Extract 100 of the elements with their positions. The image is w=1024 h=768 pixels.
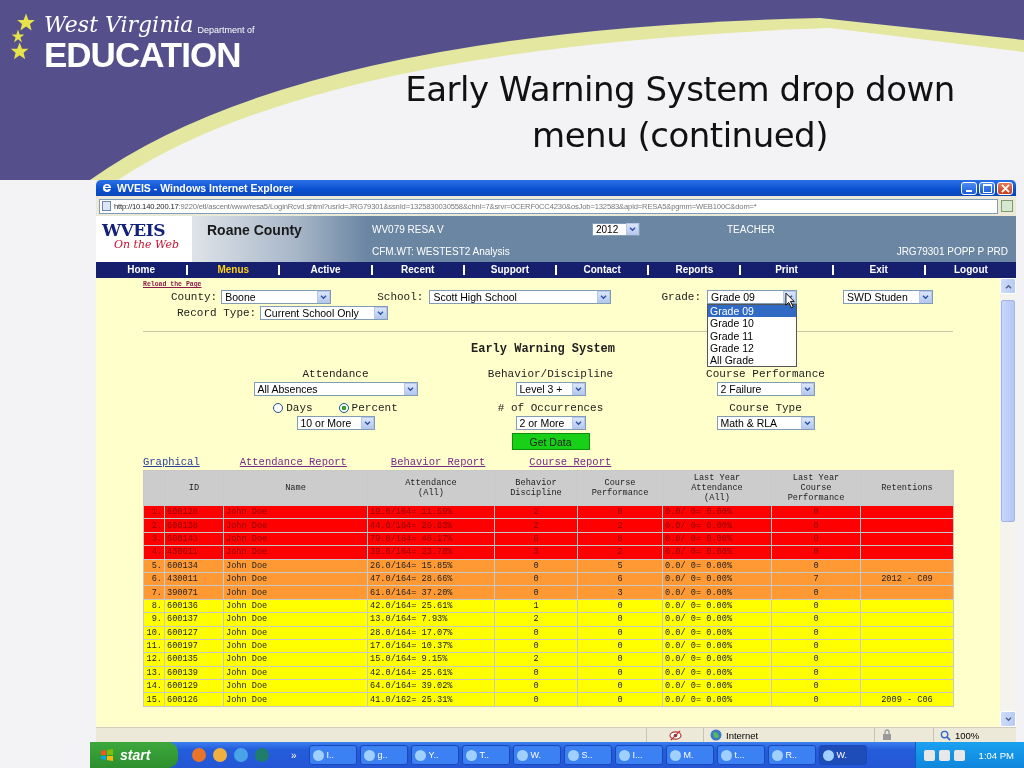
- table-cell: 2: [495, 613, 577, 626]
- taskbar-button[interactable]: W.: [512, 745, 561, 765]
- taskbar-button[interactable]: T..: [461, 745, 510, 765]
- tray-icon[interactable]: [938, 749, 950, 761]
- dropdown-option[interactable]: Grade 09: [708, 305, 797, 318]
- table-cell: 0.0/ 0= 0.00%: [663, 546, 771, 559]
- table-cell: 3: [495, 546, 577, 559]
- nav-link[interactable]: Recent: [370, 265, 463, 275]
- column-header[interactable]: Retentions: [861, 471, 953, 505]
- radio-option[interactable]: Percent: [338, 402, 398, 414]
- course-type-dropdown[interactable]: Math & RLA: [716, 416, 815, 430]
- taskbar-button[interactable]: R..: [767, 745, 816, 765]
- table-cell: 0.0/ 0= 0.00%: [663, 506, 771, 519]
- column-header[interactable]: Name: [224, 471, 367, 505]
- taskbar-button[interactable]: W.: [818, 745, 867, 765]
- table-cell: 0.0/ 0= 0.00%: [663, 653, 771, 666]
- dropdown-option[interactable]: All Grade: [708, 354, 797, 367]
- table-cell: 0.0/ 0= 0.00%: [663, 532, 771, 546]
- table-cell: 1: [495, 599, 577, 613]
- app-icon[interactable]: [234, 748, 248, 762]
- minimize-button[interactable]: [961, 181, 977, 195]
- report-link[interactable]: Attendance Report: [239, 456, 347, 468]
- taskbar-button[interactable]: M.: [665, 745, 714, 765]
- taskbar-button[interactable]: Y..: [410, 745, 459, 765]
- nav-link[interactable]: Contact: [555, 265, 648, 275]
- swd-dropdown[interactable]: SWD Studen: [843, 290, 934, 304]
- scroll-thumb[interactable]: [1001, 300, 1015, 522]
- nav-link[interactable]: Print: [739, 265, 832, 275]
- scroll-down-button[interactable]: [1000, 711, 1016, 727]
- start-button[interactable]: start: [90, 742, 178, 768]
- tray-icon[interactable]: [953, 749, 965, 761]
- attendance-dropdown[interactable]: All Absences: [253, 382, 418, 396]
- dropdown-option[interactable]: Grade 11: [708, 329, 797, 342]
- threshold-dropdown[interactable]: 10 or More: [296, 416, 375, 430]
- grade-label: Grade:: [661, 291, 702, 303]
- occurrences-dropdown[interactable]: 2 or More: [515, 416, 586, 430]
- table-cell: 0.0/ 0= 0.00%: [663, 613, 771, 626]
- table-cell: 600137: [165, 613, 223, 626]
- table-cell: 600135: [165, 653, 223, 666]
- county-dropdown[interactable]: Boone: [221, 290, 332, 304]
- taskbar-button[interactable]: S..: [563, 745, 612, 765]
- taskbar-button[interactable]: g..: [359, 745, 408, 765]
- column-header[interactable]: Course Performance: [578, 471, 662, 505]
- caret-icon: [800, 417, 814, 429]
- tray-icon[interactable]: [923, 749, 935, 761]
- row-number: 15.: [144, 693, 164, 706]
- row-number: 6.: [144, 572, 164, 586]
- nav-link[interactable]: Exit: [831, 265, 924, 275]
- column-header[interactable]: Behavior Discipline: [495, 471, 577, 505]
- column-header[interactable]: Attendance (All): [368, 471, 494, 505]
- caret-icon: [800, 383, 814, 395]
- application-text: CFM.WT: WESTEST2 Analysis: [372, 245, 511, 257]
- table-cell: 0: [578, 680, 662, 693]
- page-icon[interactable]: [1001, 200, 1013, 212]
- table-cell: 0.0/ 0= 0.00%: [663, 666, 771, 680]
- nav-link[interactable]: Menus: [186, 265, 279, 275]
- table-cell: 0: [578, 613, 662, 626]
- nav-link[interactable]: Support: [462, 265, 555, 275]
- school-dropdown[interactable]: Scott High School: [429, 290, 612, 304]
- taskbar-button[interactable]: t...: [716, 745, 765, 765]
- taskbar-button[interactable]: I...: [614, 745, 663, 765]
- table-cell: 8: [578, 506, 662, 519]
- year-dropdown[interactable]: 2012: [592, 222, 640, 236]
- report-link[interactable]: Graphical: [143, 456, 200, 468]
- table-cell: 600139: [165, 666, 223, 680]
- privacy-icon[interactable]: [668, 729, 682, 741]
- maximize-button[interactable]: [979, 181, 995, 195]
- row-number: 5.: [144, 559, 164, 572]
- more-button[interactable]: »: [291, 749, 297, 761]
- column-header[interactable]: Last Year Attendance (All): [663, 471, 771, 505]
- table-cell: 0: [772, 680, 860, 693]
- report-link[interactable]: Behavior Report: [390, 456, 486, 468]
- taskbar-button[interactable]: I..: [308, 745, 357, 765]
- app-icon[interactable]: [213, 748, 227, 762]
- course-dropdown[interactable]: 2 Failure: [716, 382, 815, 396]
- dropdown-option[interactable]: Grade 10: [708, 317, 797, 330]
- table-cell: 13.0/164= 7.93%: [368, 613, 494, 626]
- get-data-button[interactable]: Get Data: [511, 433, 590, 450]
- security-icon[interactable]: [881, 729, 893, 741]
- app-icon[interactable]: [192, 748, 206, 762]
- dropdown-option[interactable]: Grade 12: [708, 341, 797, 355]
- nav-link[interactable]: Logout: [923, 265, 1017, 275]
- table-cell: 0.0/ 0= 0.00%: [663, 586, 771, 599]
- nav-link[interactable]: Active: [278, 265, 371, 275]
- nav-link[interactable]: Home: [96, 265, 187, 275]
- table-cell: 44.0/164= 26.83%: [368, 519, 494, 532]
- report-link[interactable]: Course Report: [529, 456, 612, 468]
- grade-dropdown[interactable]: Grade 09: [707, 290, 798, 304]
- table-cell: 2: [495, 519, 577, 532]
- radio-option[interactable]: Days: [273, 402, 313, 414]
- table-cell: 600128: [165, 506, 223, 519]
- column-header[interactable]: Last Year Course Performance: [772, 471, 860, 505]
- nav-link[interactable]: Reports: [647, 265, 740, 275]
- behavior-dropdown[interactable]: Level 3 +: [515, 382, 586, 396]
- record-type-dropdown[interactable]: Current School Only: [260, 306, 389, 320]
- table-cell: 5: [578, 559, 662, 572]
- column-header[interactable]: ID: [165, 471, 223, 505]
- close-button[interactable]: [997, 181, 1013, 195]
- table-cell: 0: [772, 666, 860, 680]
- scroll-up-button[interactable]: [1000, 278, 1016, 294]
